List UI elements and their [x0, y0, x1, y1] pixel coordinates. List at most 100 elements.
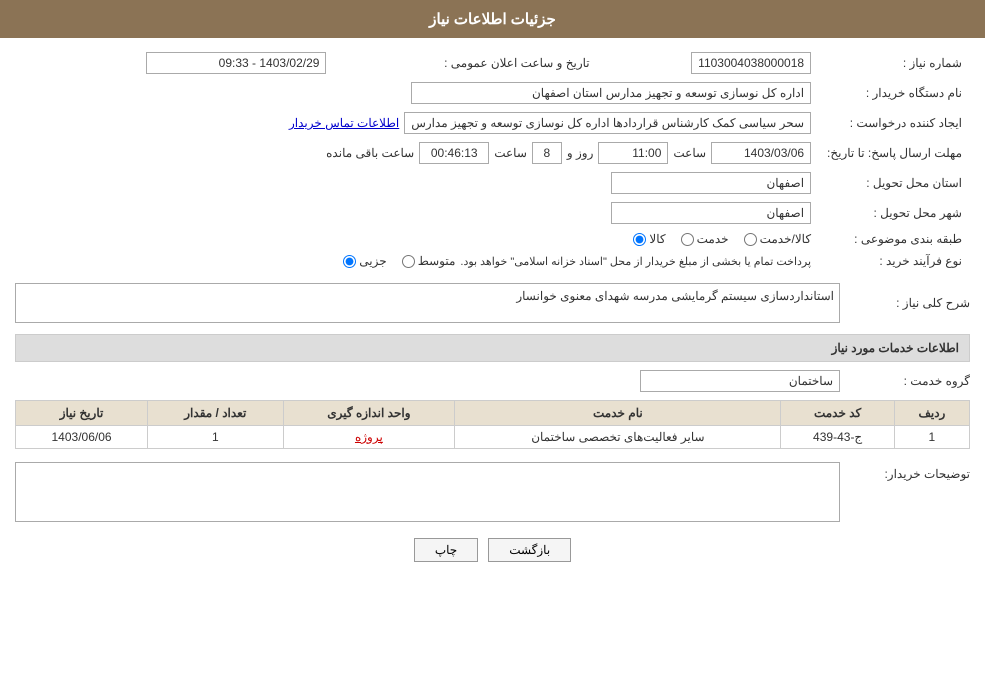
cell-quantity: 1 [148, 426, 283, 449]
page-header: جزئیات اطلاعات نیاز [0, 0, 985, 38]
city-field: اصفهان [611, 202, 811, 224]
page-wrapper: جزئیات اطلاعات نیاز شماره نیاز : 1103004… [0, 0, 985, 691]
service-table-body: 1 ج-43-439 سایر فعالیت‌های تخصصی ساختمان… [16, 426, 970, 449]
category-radio-khedmat[interactable] [681, 233, 694, 246]
province-label: استان محل تحویل : [819, 168, 970, 198]
category-option-khedmat[interactable]: خدمت [681, 232, 729, 246]
service-group-value-container: ساختمان [640, 370, 840, 392]
hour-label: ساعت [673, 146, 706, 160]
purchase-type-label: نوع فرآیند خرید : [819, 250, 970, 272]
announcement-label-cell: تاریخ و ساعت اعلان عمومی : [334, 48, 597, 78]
purchase-type-radio-group: متوسط جزیی [343, 254, 455, 268]
city-value-cell: اصفهان [15, 198, 819, 228]
purchase-type-radio-jozii[interactable] [343, 255, 356, 268]
creator-value-cell: سحر سیاسی کمک کارشناس قراردادها اداره کل… [15, 108, 819, 138]
deadline-datetime: 1403/03/06 ساعت 11:00 روز و 8 ساعت 00:46… [23, 142, 811, 164]
request-number-row: شماره نیاز : 1103004038000018 تاریخ و سا… [15, 48, 970, 78]
service-table-header-row: ردیف کد خدمت نام خدمت واحد اندازه گیری ت… [16, 401, 970, 426]
buyer-desc-label: توضیحات خریدار: [840, 462, 970, 481]
category-option-kala[interactable]: کالا [633, 232, 665, 246]
deadline-time-field: 11:00 [598, 142, 668, 164]
remaining-label-text: ساعت باقی مانده [326, 146, 414, 160]
purchase-type-row: نوع فرآیند خرید : پرداخت تمام یا بخشی از… [15, 250, 970, 272]
city-label: شهر محل تحویل : [819, 198, 970, 228]
col-date: تاریخ نیاز [16, 401, 148, 426]
province-field: اصفهان [611, 172, 811, 194]
deadline-date-field: 1403/03/06 [711, 142, 811, 164]
contact-link[interactable]: اطلاعات تماس خریدار [289, 116, 399, 130]
table-row: 1 ج-43-439 سایر فعالیت‌های تخصصی ساختمان… [16, 426, 970, 449]
back-button[interactable]: بازگشت [488, 538, 571, 562]
city-row: شهر محل تحویل : اصفهان [15, 198, 970, 228]
category-value-cell: کالا/خدمت خدمت کالا [15, 228, 819, 250]
col-quantity: تعداد / مقدار [148, 401, 283, 426]
col-row: ردیف [894, 401, 969, 426]
print-button[interactable]: چاپ [414, 538, 478, 562]
service-table: ردیف کد خدمت نام خدمت واحد اندازه گیری ت… [15, 400, 970, 449]
description-label: شرح کلی نیاز : [840, 296, 970, 310]
buyer-value-cell: اداره کل نوسازی توسعه و تجهیز مدارس استا… [15, 78, 819, 108]
purchase-type-note: پرداخت تمام یا بخشی از مبلغ خریدار از مح… [460, 255, 811, 268]
category-label-kala-khedmat: کالا/خدمت [760, 232, 811, 246]
category-radio-kala-khedmat[interactable] [744, 233, 757, 246]
service-table-head: ردیف کد خدمت نام خدمت واحد اندازه گیری ت… [16, 401, 970, 426]
cell-date: 1403/06/06 [16, 426, 148, 449]
category-row: طبقه بندی موضوعی : کالا/خدمت خدمت کالا [15, 228, 970, 250]
creator-value-field: سحر سیاسی کمک کارشناس قراردادها اداره کل… [404, 112, 811, 134]
purchase-type-radio-motavas[interactable] [402, 255, 415, 268]
col-code: کد خدمت [781, 401, 894, 426]
buyer-desc-container [15, 462, 840, 525]
category-radio-group: کالا/خدمت خدمت کالا [23, 232, 811, 246]
purchase-type-value-cell: پرداخت تمام یا بخشی از مبلغ خریدار از مح… [15, 250, 819, 272]
creator-label: ایجاد کننده درخواست : [819, 108, 970, 138]
page-title: جزئیات اطلاعات نیاز [429, 11, 556, 28]
description-row: شرح کلی نیاز : استانداردسازی سیستم گرمای… [15, 280, 970, 326]
purchase-type-option-motavas[interactable]: متوسط [402, 254, 456, 268]
col-name: نام خدمت [455, 401, 781, 426]
days-field: 8 [532, 142, 562, 164]
buyer-row: نام دستگاه خریدار : اداره کل نوسازی توسع… [15, 78, 970, 108]
request-number-value: 1103004038000018 [598, 48, 819, 78]
service-section-header: اطلاعات خدمات مورد نیاز [15, 334, 970, 362]
main-content: شماره نیاز : 1103004038000018 تاریخ و سا… [0, 38, 985, 582]
announcement-label: تاریخ و ساعت اعلان عمومی : [444, 56, 590, 70]
cell-unit[interactable]: پروژه [283, 426, 455, 449]
province-value-cell: اصفهان [15, 168, 819, 198]
deadline-label: مهلت ارسال پاسخ: تا تاریخ: [819, 138, 970, 168]
description-container: استانداردسازی سیستم گرمایشی مدرسه شهدای … [15, 283, 840, 323]
creator-flex: سحر سیاسی کمک کارشناس قراردادها اداره کل… [23, 112, 811, 134]
col-unit: واحد اندازه گیری [283, 401, 455, 426]
buttons-row: بازگشت چاپ [15, 528, 970, 572]
cell-code: ج-43-439 [781, 426, 894, 449]
category-label-kala: کالا [649, 232, 665, 246]
remaining-time-field: 00:46:13 [419, 142, 489, 164]
buyer-desc-textarea[interactable] [15, 462, 840, 522]
purchase-type-label-jozii: جزیی [359, 254, 386, 268]
category-label-khedmat: خدمت [697, 232, 729, 246]
cell-row: 1 [894, 426, 969, 449]
cell-name: سایر فعالیت‌های تخصصی ساختمان [455, 426, 781, 449]
service-group-label: گروه خدمت : [840, 374, 970, 388]
buyer-desc-row: توضیحات خریدار: [15, 459, 970, 528]
purchase-type-option-jozii[interactable]: جزیی [343, 254, 386, 268]
category-label: طبقه بندی موضوعی : [819, 228, 970, 250]
category-option-kala-khedmat[interactable]: کالا/خدمت [744, 232, 811, 246]
category-radio-kala[interactable] [633, 233, 646, 246]
announcement-value-cell: 1403/02/29 - 09:33 [15, 48, 334, 78]
purchase-type-flex: پرداخت تمام یا بخشی از مبلغ خریدار از مح… [23, 254, 811, 268]
announcement-value-field: 1403/02/29 - 09:33 [146, 52, 326, 74]
info-table: شماره نیاز : 1103004038000018 تاریخ و سا… [15, 48, 970, 272]
service-group-row: گروه خدمت : ساختمان [15, 367, 970, 395]
service-group-field: ساختمان [640, 370, 840, 392]
request-number-field: 1103004038000018 [691, 52, 811, 74]
buyer-label: نام دستگاه خریدار : [819, 78, 970, 108]
creator-row: ایجاد کننده درخواست : سحر سیاسی کمک کارش… [15, 108, 970, 138]
remaining-time-label: ساعت [494, 146, 527, 160]
days-label-text: روز و [567, 146, 594, 160]
deadline-value-cell: 1403/03/06 ساعت 11:00 روز و 8 ساعت 00:46… [15, 138, 819, 168]
description-field: استانداردسازی سیستم گرمایشی مدرسه شهدای … [15, 283, 840, 323]
purchase-type-label-motavas: متوسط [418, 254, 456, 268]
deadline-row: مهلت ارسال پاسخ: تا تاریخ: 1403/03/06 سا… [15, 138, 970, 168]
request-number-label: شماره نیاز : [819, 48, 970, 78]
buyer-value-field: اداره کل نوسازی توسعه و تجهیز مدارس استا… [411, 82, 811, 104]
